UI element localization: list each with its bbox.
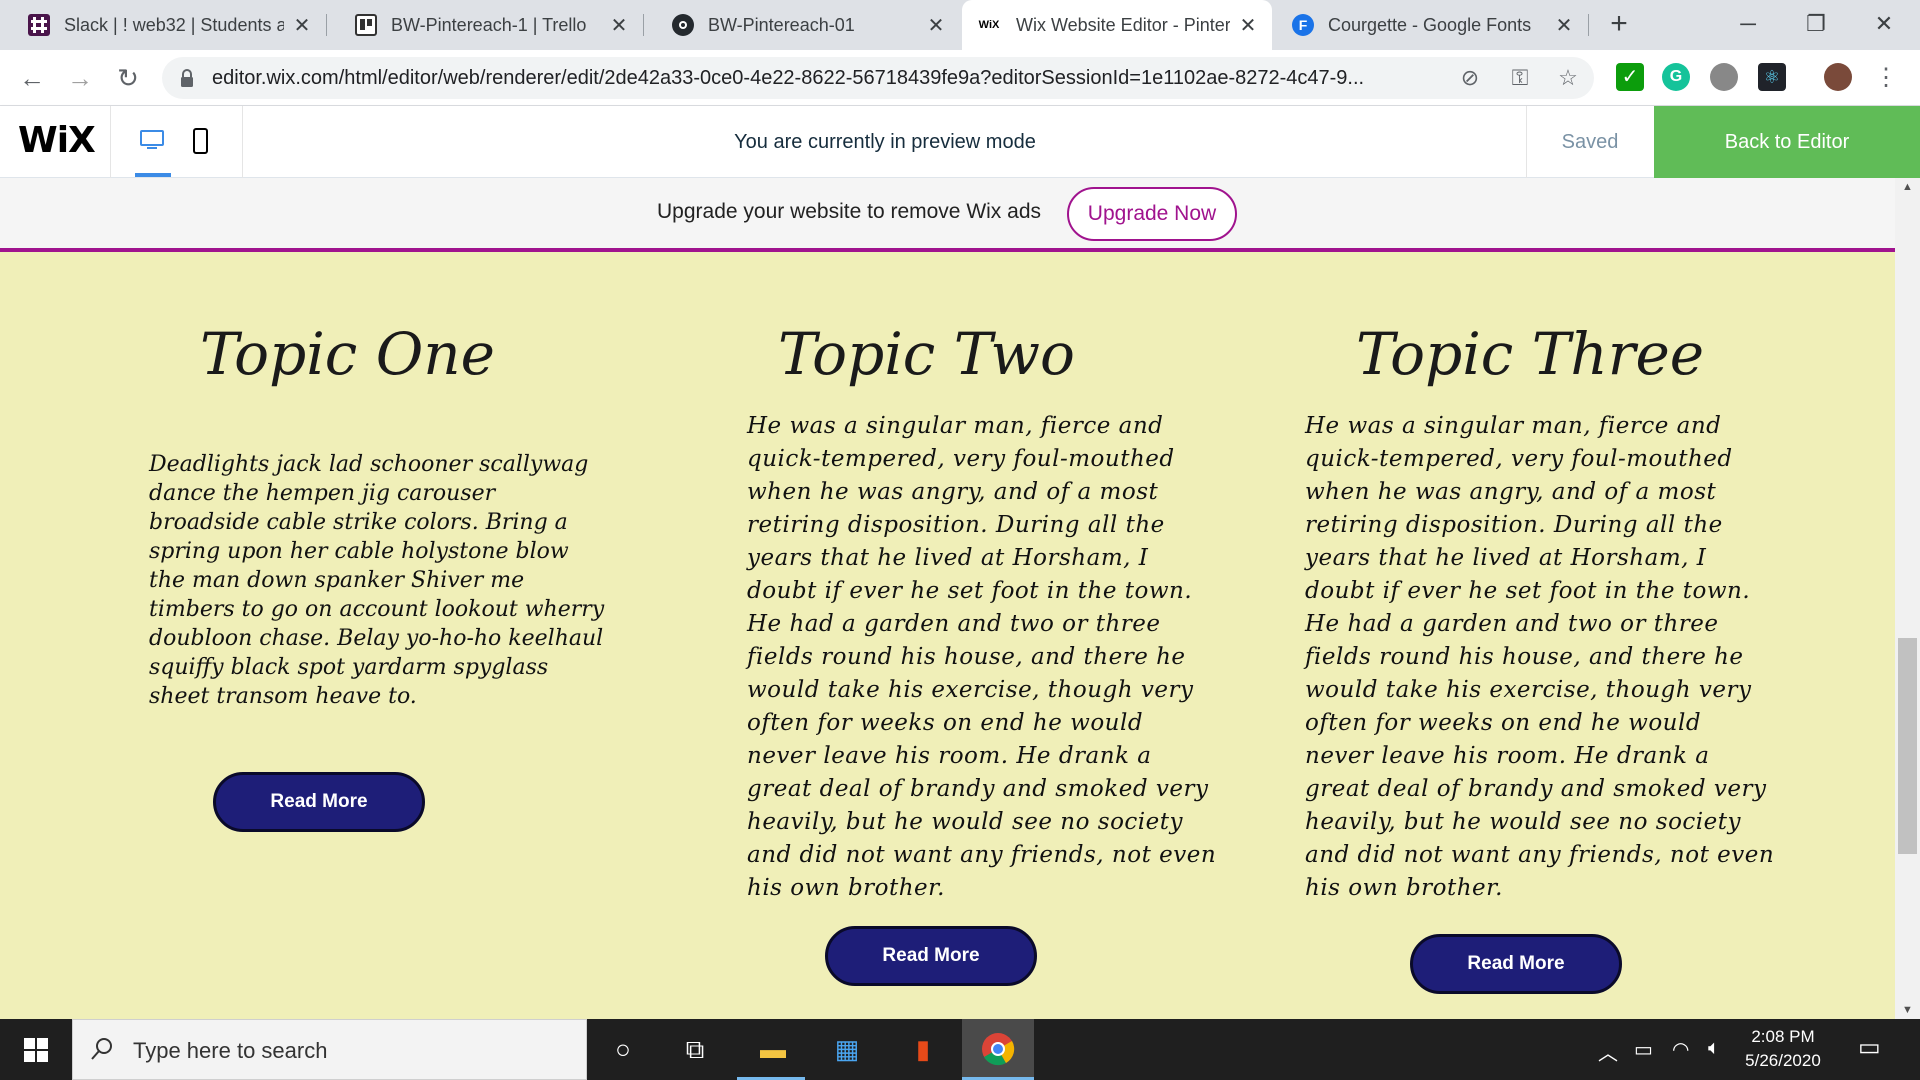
window-close-icon[interactable]: ✕ <box>1854 4 1914 44</box>
topic-three-read-more-button[interactable]: Read More <box>1410 934 1622 994</box>
blocked-content-icon[interactable]: ⊘ <box>1458 66 1482 90</box>
search-icon <box>91 1038 112 1060</box>
taskbar-search-box[interactable]: Type here to search <box>72 1019 587 1080</box>
topic-one-body: Deadlights jack lad schooner scallywag d… <box>149 452 605 709</box>
wifi-icon[interactable]: ◠ <box>1672 1037 1689 1062</box>
topic-three-body: He was a singular man, fierce and quick-… <box>1305 413 1775 901</box>
tab-github[interactable]: BW-Pintereach-01 ✕ <box>644 0 960 50</box>
minimize-icon[interactable]: ─ <box>1718 4 1778 44</box>
scroll-up-arrow-icon[interactable]: ▲ <box>1895 178 1920 196</box>
battery-icon[interactable]: ▭ <box>1634 1037 1653 1062</box>
wix-icon: WiX <box>978 19 1000 31</box>
mobile-view-icon[interactable] <box>193 128 208 154</box>
upgrade-now-button[interactable]: Upgrade Now <box>1067 187 1237 241</box>
scrollbar-thumb[interactable] <box>1898 638 1917 854</box>
extension-icon[interactable] <box>1710 63 1738 91</box>
close-icon[interactable]: ✕ <box>292 13 312 38</box>
search-placeholder: Type here to search <box>133 1038 328 1063</box>
wix-ad-banner: Upgrade your website to remove Wix ads U… <box>0 178 1895 250</box>
grammarly-icon[interactable]: G <box>1662 63 1690 91</box>
volume-icon[interactable]: 🔈︎ <box>1708 1037 1720 1060</box>
tab-title: Courgette - Google Fonts <box>1328 14 1532 35</box>
wix-logo: WiX <box>18 120 96 161</box>
windows-start-icon[interactable] <box>0 1019 72 1080</box>
topic-three-title: Topic Three <box>1356 320 1705 388</box>
checkmark-extension-icon[interactable]: ✓ <box>1616 63 1644 91</box>
topic-two-body: He was a singular man, fierce and quick-… <box>747 413 1217 901</box>
cortana-icon[interactable]: ○ <box>605 1031 641 1067</box>
tab-title: BW-Pintereach-01 <box>708 14 855 35</box>
tab-title: BW-Pintereach-1 | Trello <box>391 14 587 35</box>
show-hidden-icons-icon[interactable]: ︿ <box>1598 1037 1618 1066</box>
divider <box>242 106 243 178</box>
key-icon[interactable]: ⚿ <box>1508 66 1532 90</box>
desktop-view-icon[interactable] <box>140 130 164 150</box>
page-scrollbar[interactable]: ▲ ▼ <box>1895 178 1920 1019</box>
reload-icon[interactable]: ↻ <box>112 62 144 94</box>
store-icon[interactable]: ▦ <box>829 1031 865 1067</box>
bookmark-star-icon[interactable]: ☆ <box>1556 66 1580 90</box>
browser-tab-strip: Slack | ! web32 | Students at ✕ BW-Pinte… <box>0 0 1920 50</box>
topic-one-title: Topic One <box>200 320 495 388</box>
file-explorer-icon[interactable]: ▬ <box>755 1031 791 1067</box>
wix-preview-bar: WiX You are currently in preview mode Sa… <box>0 106 1920 178</box>
topic-two-read-more-button[interactable]: Read More <box>825 926 1037 986</box>
topic-two-title: Topic Two <box>778 320 1075 388</box>
tab-title: Slack | ! web32 | Students at <box>64 14 284 35</box>
back-arrow-icon[interactable]: ← <box>16 62 48 94</box>
windows-taskbar: Type here to search ○ ⧉ ▬ ▦ ▮ ︿ ▭ ◠ 🔈︎ 2… <box>0 1019 1920 1080</box>
react-devtools-icon[interactable]: ⚛ <box>1758 63 1786 91</box>
clock-date: 5/26/2020 <box>1745 1051 1821 1070</box>
topic-one-read-more-button[interactable]: Read More <box>213 772 425 832</box>
task-view-icon[interactable]: ⧉ <box>677 1031 713 1067</box>
new-tab-button[interactable]: + <box>1604 9 1634 40</box>
google-fonts-icon: F <box>1292 14 1314 36</box>
close-icon[interactable]: ✕ <box>609 13 629 38</box>
office-icon[interactable]: ▮ <box>905 1031 941 1067</box>
avatar[interactable] <box>1824 63 1852 91</box>
tab-title: Wix Website Editor - Pinter <box>1016 14 1230 35</box>
tab-trello[interactable]: BW-Pintereach-1 | Trello ✕ <box>327 0 643 50</box>
address-bar[interactable]: editor.wix.com/html/editor/web/renderer/… <box>162 57 1594 99</box>
chrome-icon <box>982 1033 1015 1066</box>
url-text: editor.wix.com/html/editor/web/renderer/… <box>212 67 1365 89</box>
lock-icon <box>181 69 193 87</box>
forward-arrow-icon[interactable]: → <box>64 62 96 94</box>
slack-icon <box>28 14 50 36</box>
github-icon <box>672 14 694 36</box>
site-preview: Upgrade your website to remove Wix ads U… <box>0 178 1920 1019</box>
tab-google-fonts[interactable]: F Courgette - Google Fonts ✕ <box>1272 0 1588 50</box>
restore-icon[interactable]: ❐ <box>1786 4 1846 44</box>
notifications-icon[interactable]: ▭ <box>1858 1033 1881 1062</box>
browser-toolbar: ← → ↻ editor.wix.com/html/editor/web/ren… <box>0 50 1920 106</box>
ad-banner-border <box>0 248 1895 252</box>
tab-divider <box>1588 14 1589 36</box>
scroll-down-arrow-icon[interactable]: ▼ <box>1895 1001 1920 1019</box>
divider <box>1526 106 1527 178</box>
preview-mode-message: You are currently in preview mode <box>734 131 1036 153</box>
system-clock[interactable]: 2:08 PM 5/26/2020 <box>1728 1025 1838 1073</box>
tab-wix-editor[interactable]: WiX Wix Website Editor - Pinter ✕ <box>962 0 1272 50</box>
chrome-taskbar-button[interactable] <box>962 1019 1034 1080</box>
close-icon[interactable]: ✕ <box>1238 13 1258 38</box>
active-view-indicator <box>135 173 171 177</box>
saved-status: Saved <box>1561 131 1619 153</box>
clock-time: 2:08 PM <box>1751 1027 1815 1046</box>
ad-banner-text: Upgrade your website to remove Wix ads <box>657 200 1041 223</box>
back-to-editor-button[interactable]: Back to Editor <box>1654 106 1920 178</box>
trello-icon <box>355 14 377 36</box>
close-icon[interactable]: ✕ <box>1554 13 1574 38</box>
tab-slack[interactable]: Slack | ! web32 | Students at ✕ <box>0 0 326 50</box>
divider <box>110 106 111 178</box>
close-icon[interactable]: ✕ <box>926 13 946 38</box>
more-menu-icon[interactable]: ⋮ <box>1870 62 1902 94</box>
